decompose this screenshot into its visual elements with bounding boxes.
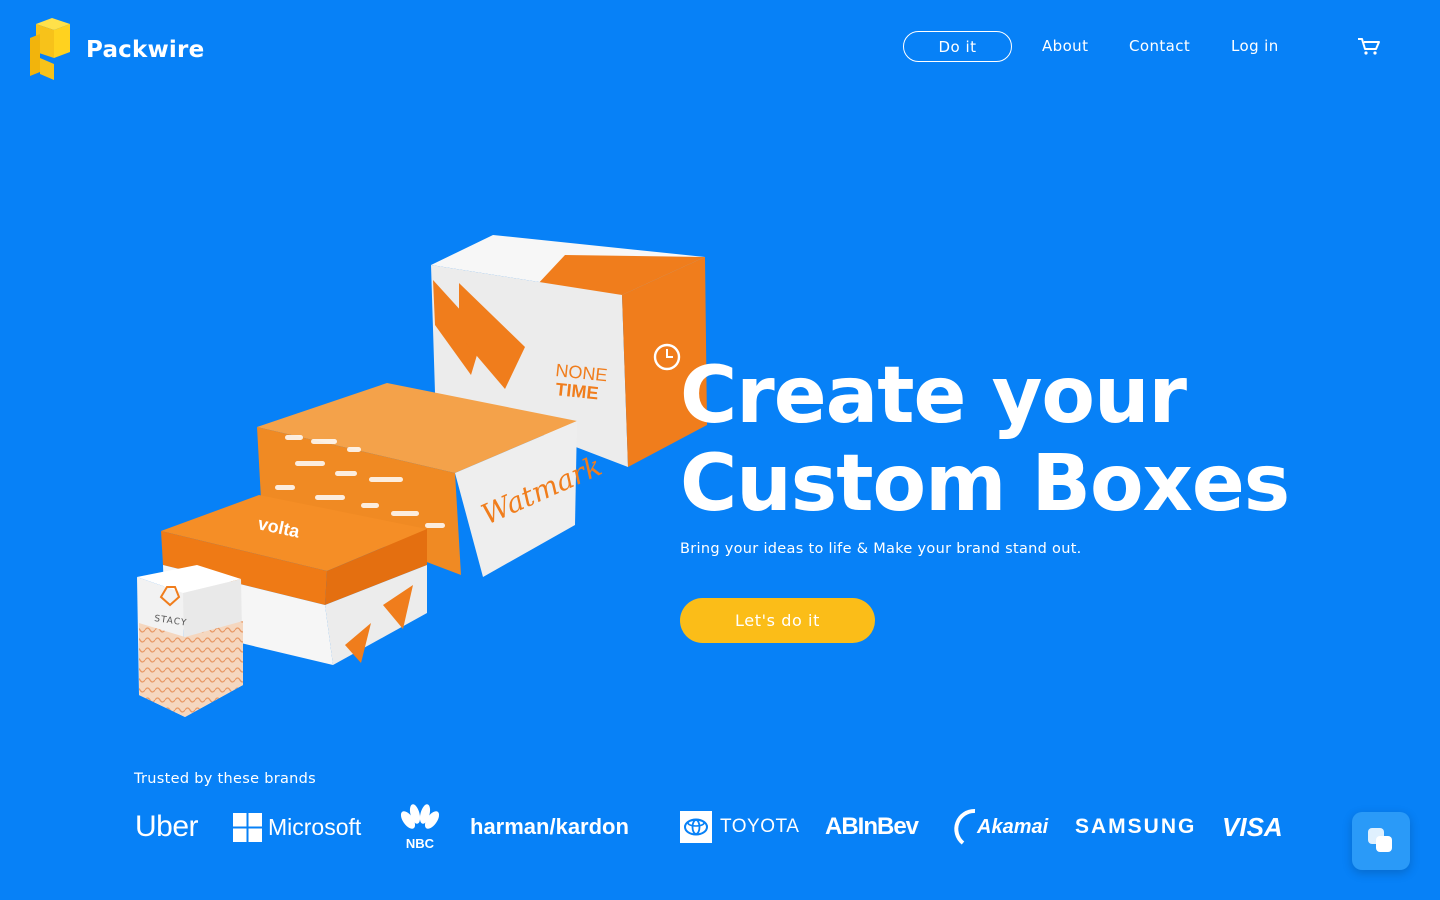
box-stacy: STACY xyxy=(137,565,243,717)
lets-do-it-button[interactable]: Let's do it xyxy=(680,598,875,643)
brands-label: Trusted by these brands xyxy=(134,771,317,787)
cart-icon[interactable] xyxy=(1357,37,1381,55)
hero-subtitle: Bring your ideas to life & Make your bra… xyxy=(680,541,1082,557)
brand-logo-uber: Uber xyxy=(135,810,199,843)
top-nav: Do it About Contact Log in xyxy=(0,31,1440,63)
brand-logo-toyota: TOYOTA xyxy=(680,804,799,850)
brand-logo-abinbev: ABInBev xyxy=(825,813,919,840)
brand-logo-samsung: SAMSUNG xyxy=(1075,815,1197,838)
hero-title: Create your Custom Boxes xyxy=(680,351,1290,529)
brand-logo-microsoft: Microsoft xyxy=(233,804,361,850)
nav-link-login[interactable]: Log in xyxy=(1231,37,1279,55)
brand-label-microsoft: Microsoft xyxy=(268,813,362,840)
akamai-swoosh-icon xyxy=(954,808,976,845)
brand-logo-harman-kardon: harman/kardon xyxy=(470,814,629,839)
brand-label-toyota: TOYOTA xyxy=(720,816,800,837)
hero-title-line2: Custom Boxes xyxy=(680,439,1290,529)
boxes-illustration: NONE TIME Watmark volta STACY xyxy=(137,235,707,717)
brand-logo-nbc: NBC xyxy=(398,804,442,850)
brand-logo-akamai: Akamai xyxy=(953,804,1048,850)
chat-widget-button[interactable] xyxy=(1352,812,1410,870)
toyota-emblem-icon xyxy=(680,811,712,843)
brand-label-akamai: Akamai xyxy=(977,815,1049,838)
microsoft-windows-icon xyxy=(233,812,262,842)
hero-title-line1: Create your xyxy=(680,351,1187,441)
nav-link-contact[interactable]: Contact xyxy=(1129,37,1190,55)
chat-bubble-icon xyxy=(1368,828,1392,852)
brand-label-nbc: NBC xyxy=(406,836,435,850)
brand-logo-visa: VISA xyxy=(1222,811,1283,842)
nav-link-about[interactable]: About xyxy=(1042,37,1088,55)
nbc-peacock-icon: NBC xyxy=(400,804,440,850)
do-it-button[interactable]: Do it xyxy=(903,31,1012,62)
